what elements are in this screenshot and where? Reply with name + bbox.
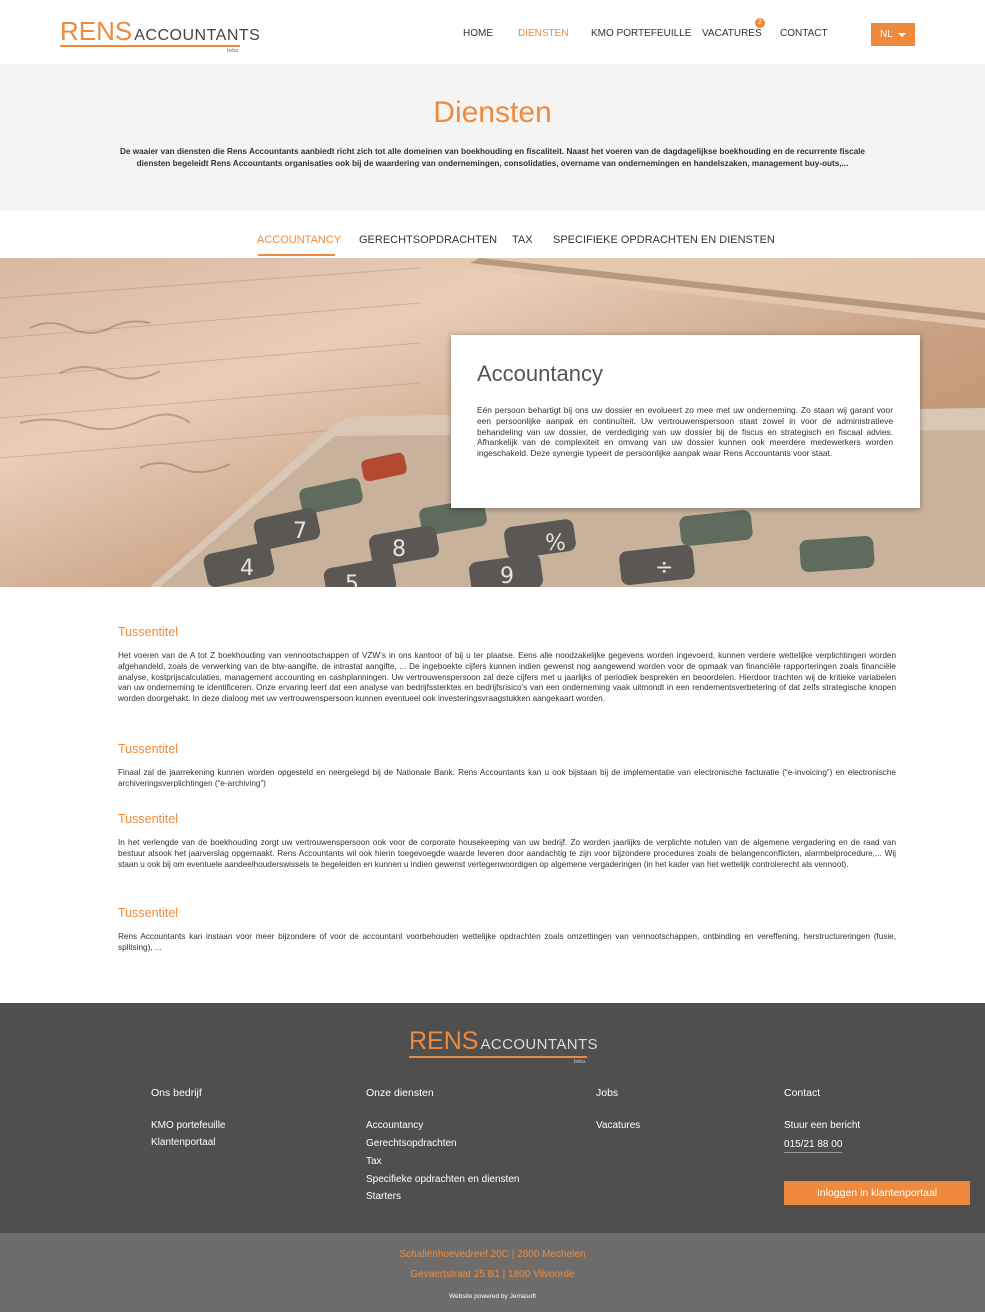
content-section-4: Tussentitel Rens Accountants kan instaan… bbox=[118, 906, 896, 954]
footer-col-heading: Onze diensten bbox=[366, 1087, 434, 1099]
nav-kmo-portefeuille[interactable]: KMO PORTEFEUILLE bbox=[591, 28, 691, 39]
footer-link-vacatures[interactable]: Vacatures bbox=[596, 1120, 640, 1131]
tab-tax[interactable]: TAX bbox=[512, 234, 533, 246]
footer-col-heading: Contact bbox=[784, 1087, 821, 1099]
svg-text:9: 9 bbox=[500, 564, 514, 587]
nav-diensten[interactable]: DIENSTEN bbox=[518, 28, 569, 39]
footer-phone-link[interactable]: 015/21 88 00 bbox=[784, 1139, 843, 1153]
footer-link-starters[interactable]: Starters bbox=[366, 1191, 401, 1202]
service-tabs: ACCOUNTANCY GERECHTSOPDRACHTEN TAX SPECI… bbox=[0, 211, 985, 258]
page-title: Diensten bbox=[433, 96, 552, 129]
card-title: Accountancy bbox=[477, 361, 603, 386]
content-section-3: Tussentitel In het verlengde van de boek… bbox=[118, 812, 896, 870]
footer-link-stuur-bericht[interactable]: Stuur een bericht bbox=[784, 1120, 860, 1131]
footer-logo[interactable]: RENS ACCOUNTANTS bvba bbox=[409, 1027, 598, 1065]
footer-logo-suffix: bvba bbox=[574, 1059, 585, 1065]
card-text: Eén persoon behartigt bij ons uw dossier… bbox=[477, 405, 893, 459]
language-selector[interactable]: NL bbox=[871, 23, 915, 46]
svg-text:7: 7 bbox=[293, 519, 307, 544]
section-title: Tussentitel bbox=[118, 812, 178, 826]
section-text: Finaal zal de jaarrekening kunnen worden… bbox=[118, 768, 896, 788]
tab-specifieke-opdrachten[interactable]: SPECIFIEKE OPDRACHTEN EN DIENSTEN bbox=[553, 234, 775, 246]
logo-underline bbox=[60, 45, 240, 47]
content-section-2: Tussentitel Finaal zal de jaarrekening k… bbox=[118, 742, 896, 790]
login-client-portal-button[interactable]: Inloggen in klantenportaal bbox=[784, 1181, 970, 1205]
tab-gerechtsopdrachten[interactable]: GERECHTSOPDRACHTEN bbox=[359, 234, 497, 246]
active-tab-indicator bbox=[258, 254, 335, 256]
nav-vacatures[interactable]: VACATURES bbox=[702, 28, 762, 39]
section-title: Tussentitel bbox=[118, 742, 178, 756]
footer-logo-underline bbox=[409, 1056, 587, 1058]
address-vilvoorde: Gevaertstraat 25 B1 | 1800 Vilvoorde bbox=[410, 1269, 575, 1280]
footer-link-accountancy[interactable]: Accountancy bbox=[366, 1120, 423, 1131]
footer-link-klantenportaal[interactable]: Klantenportaal bbox=[151, 1137, 216, 1148]
section-title: Tussentitel bbox=[118, 906, 178, 920]
accountancy-card: Accountancy Eén persoon behartigt bij on… bbox=[451, 335, 920, 508]
tab-accountancy[interactable]: ACCOUNTANCY bbox=[257, 234, 341, 246]
content-section-1: Tussentitel Het voeren van de A tot Z bo… bbox=[118, 625, 896, 705]
nav-contact[interactable]: CONTACT bbox=[780, 28, 828, 39]
language-label: NL bbox=[880, 29, 893, 40]
section-text: In het verlengde van de boekhouding zorg… bbox=[118, 838, 896, 869]
footer-logo-rens: RENS bbox=[409, 1027, 479, 1055]
section-text: Het voeren van de A tot Z boekhouding va… bbox=[118, 651, 896, 704]
footer-link-tax[interactable]: Tax bbox=[366, 1156, 382, 1167]
vacatures-count-badge: 2 bbox=[755, 18, 765, 28]
footer-logo-accountants: ACCOUNTANTS bbox=[480, 1036, 598, 1053]
svg-text:÷: ÷ bbox=[655, 555, 673, 580]
sub-footer: Schaliënhoevedreef 20C | 2800 Mechelen G… bbox=[0, 1233, 985, 1312]
svg-text:5: 5 bbox=[345, 572, 359, 587]
footer-link-gerechtsopdrachten[interactable]: Gerechtsopdrachten bbox=[366, 1138, 457, 1149]
logo-suffix: bvba bbox=[227, 48, 238, 54]
svg-text:4: 4 bbox=[240, 556, 254, 581]
site-logo[interactable]: RENS ACCOUNTANTS bvba bbox=[60, 16, 260, 54]
svg-text:8: 8 bbox=[392, 537, 406, 562]
logo-name-accountants: ACCOUNTANTS bbox=[134, 27, 261, 44]
footer-link-kmo-portefeuille[interactable]: KMO portefeuille bbox=[151, 1120, 225, 1131]
powered-by-link[interactable]: Website powered by Jemasoft bbox=[0, 1293, 985, 1300]
footer-col-heading: Ons bedrijf bbox=[151, 1087, 202, 1099]
chevron-down-icon bbox=[898, 33, 906, 37]
svg-text:%: % bbox=[545, 531, 566, 556]
address-mechelen: Schaliënhoevedreef 20C | 2800 Mechelen bbox=[399, 1249, 586, 1260]
nav-home[interactable]: HOME bbox=[463, 28, 493, 39]
site-header: RENS ACCOUNTANTS bvba HOME DIENSTEN KMO P… bbox=[0, 0, 985, 64]
footer-col-heading: Jobs bbox=[596, 1087, 619, 1099]
page-hero: Diensten De waaier van diensten die Rens… bbox=[0, 64, 985, 211]
logo-name-rens: RENS bbox=[60, 16, 133, 46]
section-text: Rens Accountants kan instaan voor meer b… bbox=[118, 932, 896, 952]
page-intro: De waaier van diensten die Rens Accounta… bbox=[120, 147, 865, 168]
footer-link-specifieke-opdrachten[interactable]: Specifieke opdrachten en diensten bbox=[366, 1174, 519, 1185]
section-title: Tussentitel bbox=[118, 625, 178, 639]
